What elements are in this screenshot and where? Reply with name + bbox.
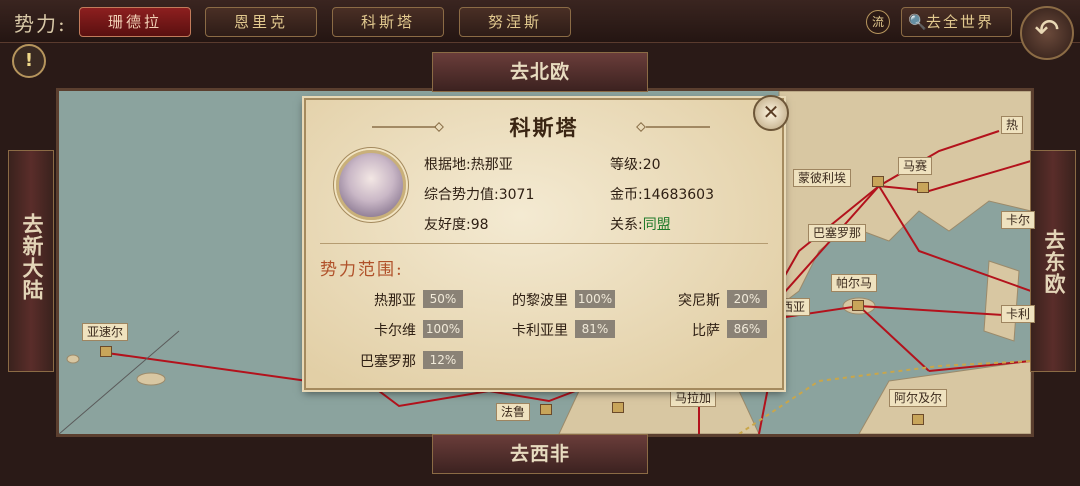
gold-row: 金币:14683603 [610,184,714,204]
search-icon: 🔍 [908,13,927,31]
leader-avatar [336,150,406,220]
go-east-label: 去东欧 [1042,229,1067,295]
scope-name: 比萨 [692,323,720,339]
scope-name: 巴塞罗那 [360,354,416,370]
close-button[interactable]: ✕ [753,95,789,131]
level-value: 20 [642,157,661,173]
city-icon[interactable] [870,172,884,187]
city-icon[interactable] [538,400,552,415]
city-label[interactable]: 马赛 [898,157,933,175]
scope-percent: 100% [575,290,615,308]
city-label[interactable]: 亚速尔 [82,323,129,341]
scope-percent: 12% [423,351,463,369]
alert-icon[interactable]: ! [12,44,46,78]
faction-tab-3[interactable]: 科斯塔 [332,7,444,37]
top-bar: 势力: 珊德拉 恩里克 科斯塔 努涅斯 流 🔍 去全世界 [0,0,1080,43]
gold-label: 金币: [610,187,643,203]
city-icon[interactable] [98,342,112,357]
back-button[interactable]: ↶ [1020,6,1074,60]
go-east-button[interactable]: 去东欧 [1030,150,1076,372]
power-label: 综合势力值: [424,187,499,203]
power-row: 综合势力值:3071 [424,184,534,204]
power-value: 3071 [498,187,535,203]
scope-percent: 20% [727,290,767,308]
base-value: 热那亚 [470,157,513,173]
base-label: 根据地: [424,157,471,173]
scope-percent: 81% [575,320,615,338]
friendship-row: 友好度:98 [424,214,489,234]
base-row: 根据地:热那亚 [424,154,513,174]
go-south-button[interactable]: 去西非 [432,434,648,474]
city-icon[interactable] [915,178,929,193]
relation-value: 同盟 [642,217,671,233]
city-label[interactable]: 帕尔马 [831,274,878,292]
city-icon[interactable] [610,398,624,413]
go-world-button[interactable]: 🔍 去全世界 [901,7,1012,37]
city-label[interactable]: 巴塞罗那 [808,224,867,242]
level-label: 等级: [610,157,643,173]
gold-value: 14683603 [642,187,714,203]
scope-name: 卡尔维 [374,323,416,339]
friendship-label: 友好度: [424,217,471,233]
city-label[interactable]: 热 [1001,116,1024,134]
scope-name: 热那亚 [374,293,416,309]
scope-percent: 86% [727,320,767,338]
level-row: 等级:20 [610,154,661,174]
scope-percent: 50% [423,290,463,308]
friendship-value: 98 [470,217,489,233]
city-label[interactable]: 马拉加 [670,389,717,407]
city-icon[interactable] [850,296,864,311]
scope-percent: 100% [423,320,463,338]
title-ornament-right [636,122,710,132]
go-west-label: 去新大陆 [20,213,45,301]
panel-divider [320,243,768,244]
city-label[interactable]: 卡利 [1001,305,1036,323]
title-ornament-left [372,122,444,132]
faction-tab-4[interactable]: 努涅斯 [459,7,571,37]
go-world-label: 去全世界 [926,13,995,31]
back-arrow-icon: ↶ [1034,13,1060,48]
city-label[interactable]: 卡尔 [1001,211,1036,229]
city-icon[interactable] [910,410,924,425]
relation-label: 关系: [610,217,643,233]
go-west-button[interactable]: 去新大陆 [8,150,54,372]
scope-name: 的黎波里 [512,293,568,309]
faction-tab-1[interactable]: 珊德拉 [79,7,191,37]
scope-title: 势力范围: [320,260,404,280]
go-north-button[interactable]: 去北欧 [432,52,648,92]
liu-button[interactable]: 流 [866,10,890,34]
faction-label: 势力: [14,12,67,36]
city-label[interactable]: 蒙彼利埃 [793,169,852,187]
city-label[interactable]: 阿尔及尔 [889,389,948,407]
faction-tab-2[interactable]: 恩里克 [205,7,317,37]
relation-row: 关系:同盟 [610,214,671,234]
city-label[interactable]: 法鲁 [496,403,531,421]
close-icon: ✕ [762,100,780,124]
scope-name: 卡利亚里 [512,323,568,339]
faction-info-panel: 科斯塔 根据地:热那亚 等级:20 综合势力值:3071 金币:14683603… [304,98,784,390]
scope-name: 突尼斯 [678,293,720,309]
